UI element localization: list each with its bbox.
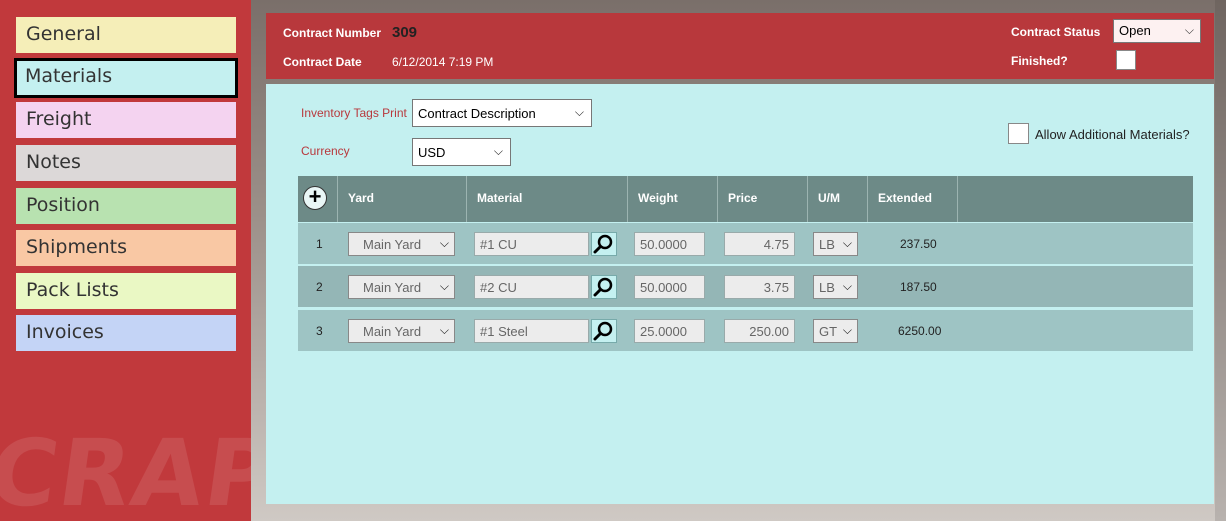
logo-watermark: CRAP [0, 420, 251, 521]
um-select[interactable]: LB ⌵ [813, 232, 858, 256]
sidebar-item-label: General [26, 23, 101, 45]
column-header-extended: Extended [868, 176, 958, 222]
chevron-down-icon: ⌵ [842, 236, 852, 250]
contract-date-value: 6/12/2014 7:19 PM [392, 55, 494, 69]
inventory-tags-label: Inventory Tags Print [301, 106, 407, 120]
currency-value: USD [418, 145, 446, 160]
yard-select[interactable]: Main Yard ⌵ [348, 232, 455, 256]
row-number: 1 [316, 237, 323, 251]
material-input[interactable]: #1 CU [474, 232, 589, 256]
sidebar-item-label: Materials [25, 65, 113, 87]
um-value: LB [819, 280, 835, 295]
chevron-down-icon: ⌵ [842, 323, 852, 337]
chevron-down-icon: ⌵ [574, 105, 584, 119]
inventory-tags-value: Contract Description [418, 106, 536, 121]
um-value: LB [819, 237, 835, 252]
um-value: GT [819, 324, 838, 339]
sidebar-item-materials[interactable]: Materials [14, 58, 238, 98]
finished-checkbox[interactable] [1116, 50, 1136, 70]
plus-icon[interactable]: + [303, 186, 327, 210]
column-header-um: U/M [808, 176, 868, 222]
material-input[interactable]: #2 CU [474, 275, 589, 299]
sidebar-item-label: Pack Lists [26, 279, 119, 301]
extended-value: 6250.00 [898, 324, 942, 338]
yard-select[interactable]: Main Yard ⌵ [348, 319, 455, 343]
contract-number-label: Contract Number [283, 26, 382, 40]
chevron-down-icon: ⌵ [439, 236, 449, 250]
contract-header: Contract Number 309 Contract Date 6/12/2… [266, 13, 1214, 79]
sidebar-item-invoices[interactable]: Invoices [16, 315, 236, 351]
sidebar-item-label: Shipments [26, 236, 128, 258]
yard-value: Main Yard [363, 324, 422, 339]
material-input[interactable]: #1 Steel [474, 319, 589, 343]
chevron-down-icon: ⌵ [493, 144, 503, 158]
yard-value: Main Yard [363, 280, 422, 295]
table-row: 1 Main Yard ⌵ #1 CU 50.0000 4.75 LB ⌵ 23… [298, 223, 1193, 264]
column-header-weight: Weight [628, 176, 718, 222]
yard-select[interactable]: Main Yard ⌵ [348, 275, 455, 299]
extended-value: 187.50 [900, 280, 937, 294]
sidebar-item-freight[interactable]: Freight [16, 102, 236, 138]
sidebar-item-position[interactable]: Position [16, 188, 236, 224]
materials-panel: Inventory Tags Print Contract Descriptio… [266, 84, 1214, 504]
material-lookup-button[interactable] [591, 232, 617, 256]
material-lookup-button[interactable] [591, 319, 617, 343]
allow-additional-checkbox[interactable] [1008, 123, 1029, 144]
allow-additional-label: Allow Additional Materials? [1035, 127, 1190, 142]
sidebar-nav: CRAP General Materials Freight Notes Pos… [0, 0, 251, 521]
extended-value: 237.50 [900, 237, 937, 251]
sidebar-item-pack-lists[interactable]: Pack Lists [16, 273, 236, 309]
currency-select[interactable]: USD ⌵ [412, 138, 511, 166]
finished-label: Finished? [1011, 54, 1068, 68]
sidebar-item-label: Invoices [26, 321, 104, 343]
price-input[interactable]: 4.75 [724, 232, 795, 256]
weight-input[interactable]: 25.0000 [634, 319, 705, 343]
contract-number-value: 309 [392, 24, 418, 41]
background-edge [1215, 0, 1226, 521]
sidebar-item-label: Notes [26, 151, 81, 173]
inventory-tags-select[interactable]: Contract Description ⌵ [412, 99, 592, 127]
row-number: 3 [316, 324, 323, 338]
row-number: 2 [316, 280, 323, 294]
contract-status-select[interactable]: Open ⌵ [1113, 19, 1201, 43]
contract-status-value: Open [1119, 23, 1151, 38]
magnifier-icon [593, 321, 613, 341]
table-row: 3 Main Yard ⌵ #1 Steel 25.0000 250.00 GT… [298, 310, 1193, 351]
sidebar-item-label: Position [26, 194, 100, 216]
add-column: + [298, 176, 338, 222]
price-input[interactable]: 3.75 [724, 275, 795, 299]
column-header-material: Material [467, 176, 628, 222]
column-header-yard: Yard [338, 176, 467, 222]
yard-value: Main Yard [363, 237, 422, 252]
chevron-down-icon: ⌵ [842, 279, 852, 293]
contract-status-label: Contract Status [1011, 25, 1101, 39]
weight-input[interactable]: 50.0000 [634, 232, 705, 256]
chevron-down-icon: ⌵ [1184, 23, 1194, 37]
sidebar-item-label: Freight [26, 108, 92, 130]
chevron-down-icon: ⌵ [439, 279, 449, 293]
column-header-price: Price [718, 176, 808, 222]
material-lookup-button[interactable] [591, 275, 617, 299]
um-select[interactable]: GT ⌵ [813, 319, 858, 343]
price-input[interactable]: 250.00 [724, 319, 795, 343]
sidebar-item-general[interactable]: General [16, 17, 236, 53]
sidebar-item-shipments[interactable]: Shipments [16, 230, 236, 266]
weight-input[interactable]: 50.0000 [634, 275, 705, 299]
contract-date-label: Contract Date [283, 55, 362, 69]
magnifier-icon [593, 277, 613, 297]
materials-table-header: + Yard Material Weight Price U/M Extende… [298, 176, 1193, 222]
chevron-down-icon: ⌵ [439, 323, 449, 337]
currency-label: Currency [301, 144, 350, 158]
sidebar-item-notes[interactable]: Notes [16, 145, 236, 181]
um-select[interactable]: LB ⌵ [813, 275, 858, 299]
magnifier-icon [593, 234, 613, 254]
table-row: 2 Main Yard ⌵ #2 CU 50.0000 3.75 LB ⌵ 18… [298, 266, 1193, 307]
